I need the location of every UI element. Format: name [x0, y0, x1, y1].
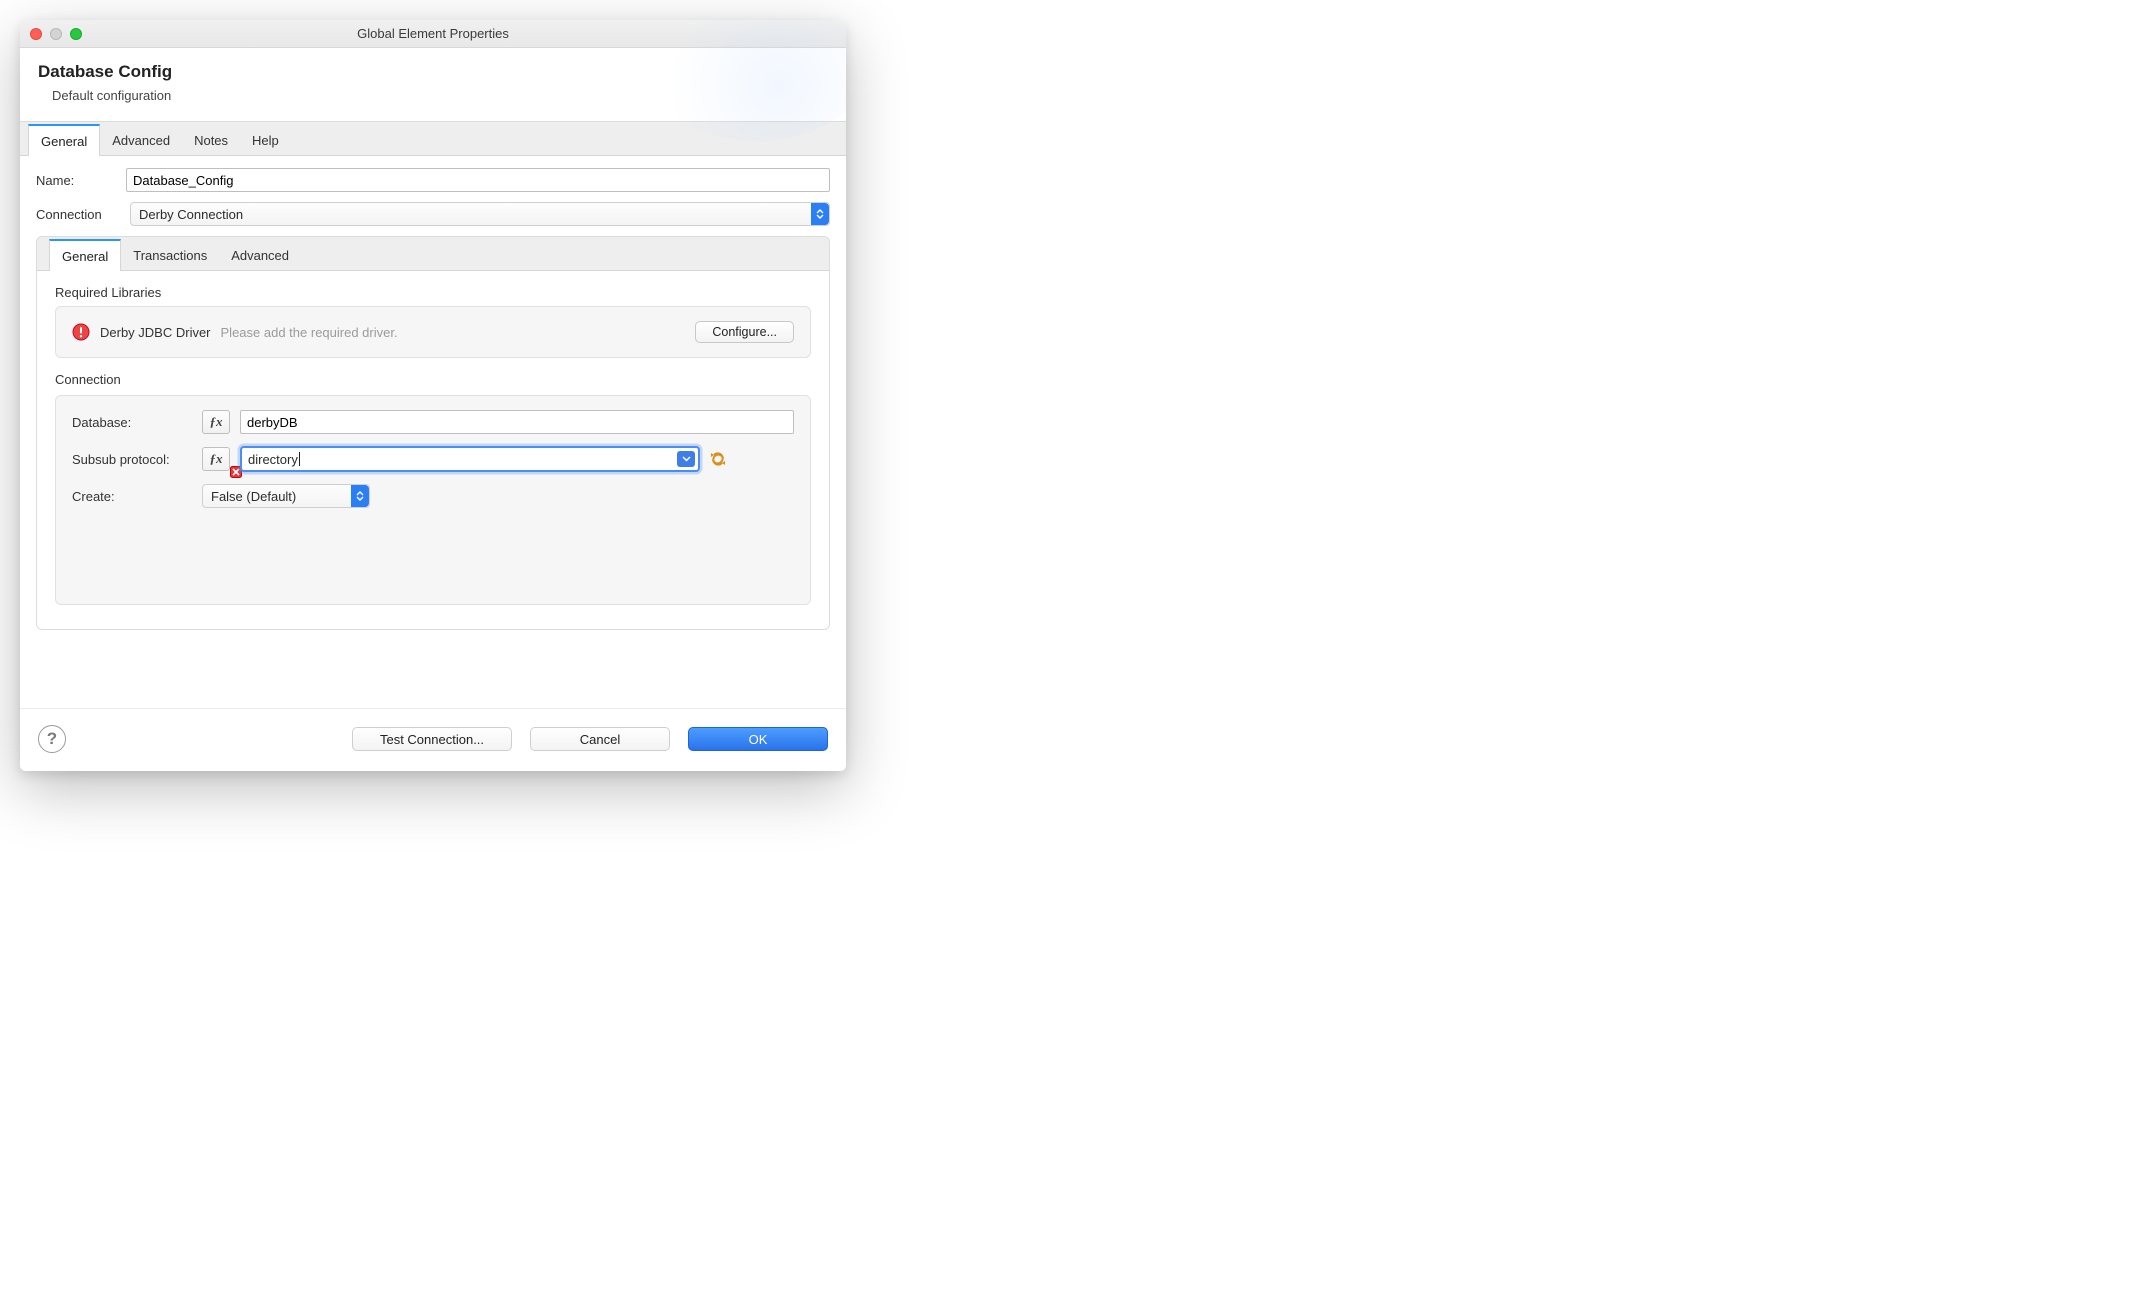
help-button[interactable]: ?: [38, 725, 66, 753]
tab-notes[interactable]: Notes: [182, 123, 240, 155]
inner-tab-general[interactable]: General: [49, 239, 121, 271]
connection-label: Connection: [36, 207, 126, 222]
create-label: Create:: [72, 489, 202, 504]
tab-advanced[interactable]: Advanced: [100, 123, 182, 155]
fx-button-subsub[interactable]: ƒx: [202, 447, 230, 471]
connection-select-value: Derby Connection: [139, 207, 243, 222]
connection-section-label: Connection: [55, 372, 811, 387]
chevron-updown-icon: [351, 485, 369, 507]
database-input[interactable]: [240, 410, 794, 434]
help-icon: ?: [47, 729, 57, 749]
create-select[interactable]: False (Default): [202, 484, 370, 508]
text-caret: [299, 452, 300, 466]
cancel-button[interactable]: Cancel: [530, 727, 670, 751]
create-select-value: False (Default): [211, 489, 296, 504]
configure-button[interactable]: Configure...: [695, 321, 794, 343]
subsub-protocol-value: directory: [248, 452, 298, 467]
button-bar: ? Test Connection... Cancel OK: [20, 708, 846, 771]
driver-hint: Please add the required driver.: [221, 325, 398, 340]
tab-general[interactable]: General: [28, 124, 100, 156]
driver-name: Derby JDBC Driver: [100, 325, 211, 340]
warning-icon: [72, 323, 90, 341]
connection-select[interactable]: Derby Connection: [130, 202, 830, 226]
subsub-protocol-combobox[interactable]: directory: [240, 446, 700, 472]
titlebar: Global Element Properties: [20, 20, 846, 48]
chevron-down-icon[interactable]: [677, 451, 695, 467]
dialog-window: Global Element Properties Database Confi…: [20, 20, 846, 771]
page-title: Database Config: [38, 62, 828, 82]
chevron-updown-icon: [811, 203, 829, 225]
name-label: Name:: [36, 173, 126, 188]
inner-tab-advanced[interactable]: Advanced: [219, 238, 301, 270]
tab-help[interactable]: Help: [240, 123, 291, 155]
window-title: Global Element Properties: [20, 26, 846, 41]
required-libraries-group: Derby JDBC Driver Please add the require…: [55, 306, 811, 358]
required-libraries-label: Required Libraries: [55, 285, 811, 300]
test-connection-button[interactable]: Test Connection...: [352, 727, 512, 751]
inner-tab-pane: Required Libraries Derby JDBC Driver Ple…: [37, 271, 829, 629]
connection-config-panel: General Transactions Advanced Required L…: [36, 236, 830, 630]
outer-tabs: General Advanced Notes Help: [20, 122, 846, 156]
database-label: Database:: [72, 415, 202, 430]
refresh-icon[interactable]: [708, 449, 728, 469]
inner-tabs: General Transactions Advanced: [37, 237, 829, 271]
connection-group: Database: ƒx Subsub protocol: ƒx: [55, 395, 811, 605]
subsub-protocol-label: Subsub protocol:: [72, 452, 202, 467]
dialog-header: Database Config Default configuration: [20, 48, 846, 122]
fx-button-database[interactable]: ƒx: [202, 410, 230, 434]
outer-tab-pane: Name: Connection Derby Connection Genera…: [20, 156, 846, 708]
name-input[interactable]: [126, 168, 830, 192]
inner-tab-transactions[interactable]: Transactions: [121, 238, 219, 270]
page-subtitle: Default configuration: [52, 88, 828, 103]
ok-button[interactable]: OK: [688, 727, 828, 751]
